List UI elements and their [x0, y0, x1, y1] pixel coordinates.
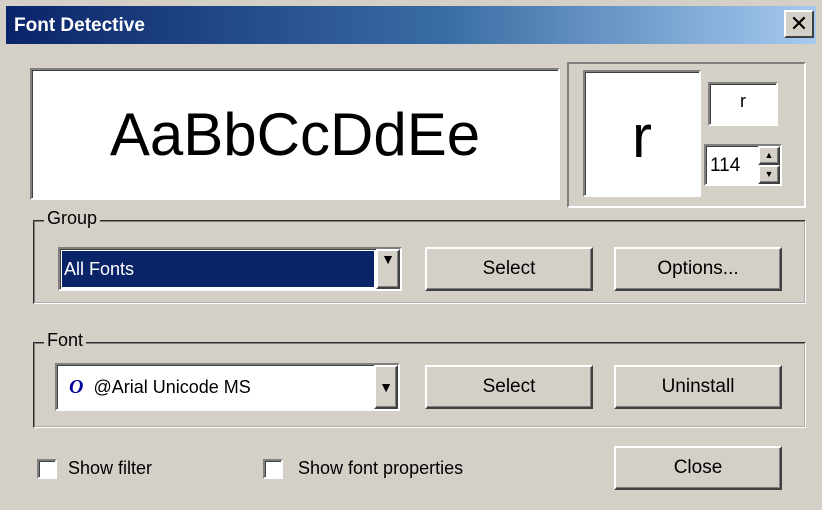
spin-up-icon[interactable]: ▲ [758, 146, 780, 165]
close-button[interactable]: Close [614, 446, 782, 490]
font-combo-text: @Arial Unicode MS [93, 377, 251, 397]
show-filter-label[interactable]: Show filter [68, 458, 152, 479]
group-label: Group [44, 208, 101, 229]
show-filter-checkbox[interactable] [37, 459, 57, 479]
uninstall-button[interactable]: Uninstall [614, 365, 782, 409]
font-select-button[interactable]: Select [425, 365, 593, 409]
show-font-properties-checkbox[interactable] [263, 459, 283, 479]
options-button[interactable]: Options... [614, 247, 782, 291]
font-detective-window: Font Detective ✕ AaBbCcDdEe r r 114 ▲ ▼ … [0, 0, 822, 510]
font-preview-pane: AaBbCcDdEe [30, 68, 560, 200]
window-title: Font Detective [14, 15, 145, 36]
chevron-down-icon[interactable]: ▼ [376, 249, 400, 289]
group-select-button[interactable]: Select [425, 247, 593, 291]
character-input[interactable]: r [708, 82, 778, 126]
character-preview-glyph: r [632, 103, 652, 170]
font-combobox[interactable]: O @Arial Unicode MS ▼ [55, 363, 400, 411]
close-icon[interactable]: ✕ [784, 10, 814, 38]
spinner-buttons: ▲ ▼ [758, 146, 780, 184]
font-label: Font [44, 330, 87, 351]
font-combo-value: O @Arial Unicode MS [59, 367, 372, 407]
opentype-font-icon: O [69, 376, 84, 398]
show-font-properties-label[interactable]: Show font properties [298, 458, 463, 479]
close-glyph: ✕ [789, 11, 809, 36]
chevron-down-icon[interactable]: ▼ [374, 365, 398, 409]
spin-down-icon[interactable]: ▼ [758, 165, 780, 184]
group-combo-value: All Fonts [62, 251, 374, 287]
char-code-spinner[interactable]: 114 ▲ ▼ [704, 144, 782, 186]
sample-text: AaBbCcDdEe [109, 101, 481, 168]
char-code-value[interactable]: 114 [710, 155, 740, 177]
character-preview: r [583, 70, 701, 197]
title-bar[interactable]: Font Detective ✕ [6, 6, 816, 44]
group-combobox[interactable]: All Fonts ▼ [58, 247, 402, 291]
